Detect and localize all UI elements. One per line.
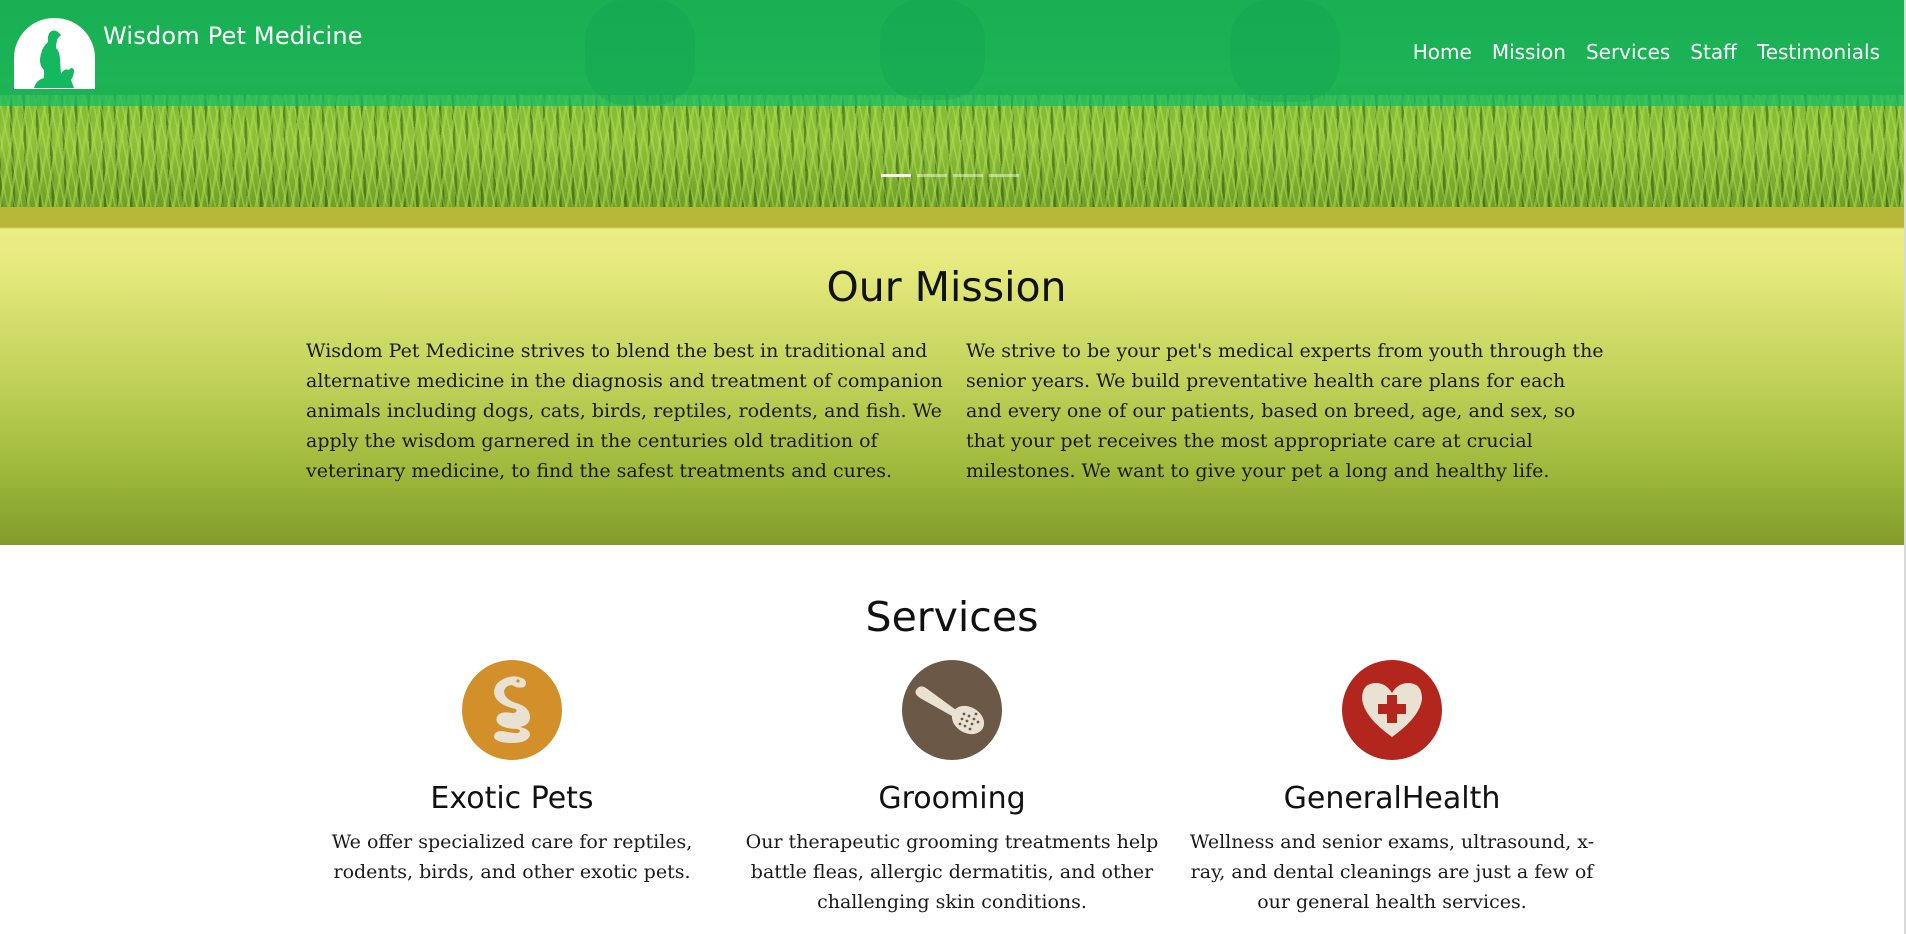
brand-name[interactable]: Wisdom Pet Medicine	[103, 22, 363, 50]
service-icon-circle	[1342, 660, 1442, 760]
carousel-indicator[interactable]	[953, 174, 983, 177]
main-nav: Home Mission Services Staff Testimonials	[1413, 40, 1880, 64]
nav-staff[interactable]: Staff	[1690, 40, 1737, 64]
service-icon-circle	[462, 660, 562, 760]
hero-banner: Wisdom Pet Medicine Home Mission Service…	[0, 0, 1906, 207]
service-title: GeneralHealth	[1283, 781, 1501, 816]
service-title: Grooming	[878, 781, 1026, 816]
mission-paragraph-left: Wisdom Pet Medicine strives to blend the…	[306, 340, 943, 482]
services-title: Services	[865, 593, 1039, 641]
nav-home[interactable]: Home	[1413, 40, 1472, 64]
service-icon-circle	[902, 660, 1002, 760]
grass-photo	[0, 95, 1906, 207]
service-general-health: GeneralHealth Wellness and senior exams,…	[1172, 660, 1612, 917]
nav-testimonials[interactable]: Testimonials	[1757, 40, 1880, 64]
nav-services[interactable]: Services	[1586, 40, 1670, 64]
carousel-indicators	[881, 174, 1019, 177]
service-description: Wellness and senior exams, ultrasound, x…	[1189, 831, 1595, 913]
carousel-indicator[interactable]	[989, 174, 1019, 177]
service-description: We offer specialized care for reptiles, …	[331, 831, 693, 883]
services-section: Services Exotic Pets We offer specialize…	[0, 545, 1904, 934]
carousel-indicator[interactable]	[917, 174, 947, 177]
service-exotic-pets: Exotic Pets We offer specialized care fo…	[292, 660, 732, 887]
nav-mission[interactable]: Mission	[1492, 40, 1566, 64]
service-description: Our therapeutic grooming treatments help…	[745, 831, 1159, 913]
heart-cross-icon	[1362, 683, 1422, 737]
grooming-brush-icon	[915, 686, 985, 735]
mission-title: Our Mission	[826, 263, 1067, 311]
carousel-indicator[interactable]	[881, 174, 911, 177]
snake-icon	[494, 676, 530, 743]
mission-section: Our Mission Wisdom Pet Medicine strives …	[0, 207, 1904, 545]
dog-and-cat-silhouette-icon	[34, 30, 74, 88]
mission-paragraph-right: We strive to be your pet's medical exper…	[966, 340, 1604, 482]
service-grooming: Grooming Our therapeutic grooming treatm…	[732, 660, 1172, 917]
logo[interactable]	[14, 18, 95, 89]
service-title: Exotic Pets	[430, 781, 594, 816]
